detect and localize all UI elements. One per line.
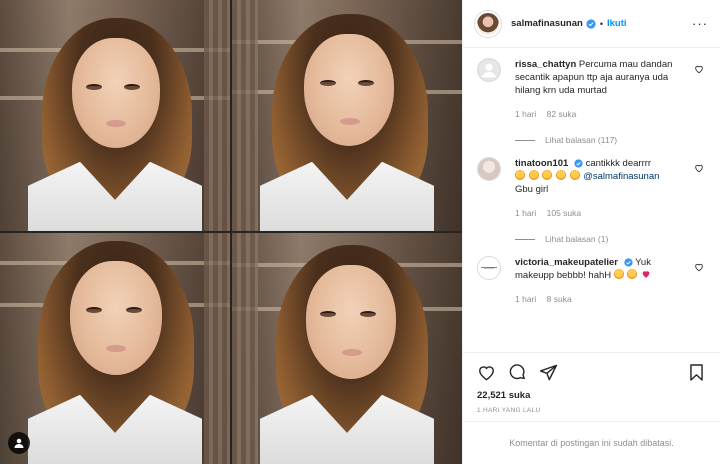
heart-icon[interactable] [694,163,704,173]
comment-item: victoria_makeupatelier Yuk makeupp bebbb… [463,244,720,304]
comment-body: cantikkk dearrrr [585,158,652,169]
comment-time[interactable]: 1 hari [515,294,536,304]
save-button[interactable] [687,363,706,382]
emoji-group [613,269,651,281]
emoji-group [515,170,583,182]
post-header: salmafinasunan • Ikuti ··· [463,0,720,48]
heart-icon [479,366,494,381]
avatar[interactable] [477,256,501,280]
comment-meta: 1 hari 105 suka [515,208,692,218]
replies-divider [515,139,535,141]
heart-icon[interactable] [694,64,704,74]
comment-item: tinatoon101 cantikkk dearrrr @salmafinas… [463,145,720,244]
comment-time[interactable]: 1 hari [515,208,536,218]
replies-divider [515,238,535,240]
comment-likes[interactable]: 8 suka [547,294,572,304]
like-button[interactable] [477,363,496,382]
default-avatar-icon [481,63,497,78]
heart-eyes-emoji-icon [627,269,638,279]
more-options-button[interactable]: ··· [692,16,708,31]
verified-badge-icon [624,258,633,267]
post-side-panel: salmafinasunan • Ikuti ··· rissa_chattyn… [462,0,720,464]
view-replies-label: Lihat balasan (117) [545,135,618,145]
comment-meta: 1 hari 8 suka [515,294,692,304]
comment-text: tinatoon101 cantikkk dearrrr @salmafinas… [515,157,692,196]
comment-username[interactable]: victoria_makeupatelier [515,257,618,268]
heart-eyes-emoji-icon [555,170,566,180]
heart-icon[interactable] [694,262,704,272]
post-actions-bar [463,352,720,392]
comments-list: rissa_chattyn Percuma mau dandan secanti… [463,48,720,348]
heart-eyes-emoji-icon [569,170,580,180]
avatar[interactable] [475,10,501,37]
heart-eyes-emoji-icon [528,170,539,180]
photo-tile [0,0,230,231]
comment-text: victoria_makeupatelier Yuk makeupp bebbb… [515,256,692,282]
comment-text: rissa_chattyn Percuma mau dandan secanti… [515,58,692,97]
avatar[interactable] [477,157,501,181]
view-replies-button[interactable]: Lihat balasan (1) [515,234,692,244]
red-heart-emoji-icon [642,271,650,278]
comment-username[interactable]: tinatoon101 [515,158,568,169]
comment-item: rissa_chattyn Percuma mau dandan secanti… [463,48,720,145]
comment-body-continued: Gbu girl [515,184,549,195]
heart-eyes-emoji-icon [542,170,553,180]
photo-tile [232,0,462,231]
view-replies-button[interactable]: Lihat balasan (117) [515,135,692,145]
comment-icon [509,364,525,380]
comments-restricted-notice: Komentar di postingan ini sudah dibatasi… [463,421,720,464]
brand-logo-icon [481,267,497,269]
mention-link[interactable]: @salmafinasunan [583,171,659,182]
share-icon [539,364,558,381]
heart-eyes-emoji-icon [515,170,525,180]
photo-tile [232,233,462,464]
post-date[interactable]: 1 HARI YANG LALU [477,407,540,414]
photo-tile [0,233,230,464]
share-button[interactable] [539,363,558,382]
comment-likes[interactable]: 82 suka [547,109,577,119]
likes-count[interactable]: 22,521 suka [477,390,530,401]
user-tag-icon [14,438,24,448]
comment-button[interactable] [508,363,527,382]
post-username[interactable]: salmafinasunan [511,18,583,29]
comment-username[interactable]: rissa_chattyn [515,59,576,70]
comment-meta: 1 hari 82 suka [515,109,692,119]
comment-time[interactable]: 1 hari [515,109,536,119]
verified-badge-icon [586,18,596,29]
follow-button[interactable]: Ikuti [607,18,627,29]
bookmark-icon [690,364,703,381]
laughing-emoji-icon [613,269,624,279]
post-image[interactable] [0,0,462,464]
view-replies-label: Lihat balasan (1) [545,234,609,244]
avatar[interactable] [477,58,501,82]
comment-likes[interactable]: 105 suka [547,208,582,218]
comments-restricted-text: Komentar di postingan ini sudah dibatasi… [509,438,674,448]
verified-badge-icon [574,159,583,168]
separator-dot: • [599,18,603,29]
user-tag-button[interactable] [8,432,30,454]
